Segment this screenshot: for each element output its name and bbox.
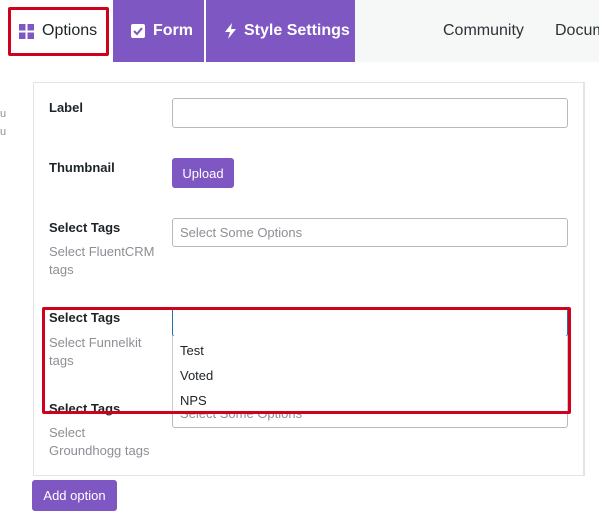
label-field-title: Label bbox=[49, 100, 83, 115]
top-nav: Options Form Style Settings Community Do… bbox=[0, 0, 599, 62]
fluentcrm-tags-hint: Select FluentCRM tags bbox=[49, 244, 155, 277]
groundhogg-tags-hint: Select Groundhogg tags bbox=[49, 425, 150, 458]
sidebar-fragment: u bbox=[0, 126, 7, 138]
tab-community[interactable]: Community bbox=[443, 0, 524, 62]
funnelkit-highlight-box bbox=[42, 307, 571, 414]
panel-divider bbox=[584, 82, 585, 476]
upload-button[interactable]: Upload bbox=[172, 158, 234, 188]
tab-style-settings[interactable]: Style Settings bbox=[206, 0, 355, 62]
checkbox-icon bbox=[131, 24, 145, 38]
tab-form[interactable]: Form bbox=[113, 0, 204, 62]
tab-style-label: Style Settings bbox=[244, 22, 350, 39]
sidebar-fragment: u bbox=[0, 108, 7, 120]
tab-documentation[interactable]: Docum bbox=[555, 0, 599, 62]
tab-form-label: Form bbox=[153, 22, 193, 39]
label-input[interactable] bbox=[172, 98, 568, 128]
add-option-button[interactable]: Add option bbox=[32, 480, 117, 511]
options-highlight-box bbox=[8, 7, 109, 56]
lightning-icon bbox=[225, 23, 236, 39]
fluentcrm-tags-title: Select Tags bbox=[49, 220, 121, 235]
fluentcrm-tags-select[interactable]: Select Some Options bbox=[172, 218, 568, 247]
thumbnail-field-title: Thumbnail bbox=[49, 160, 115, 175]
